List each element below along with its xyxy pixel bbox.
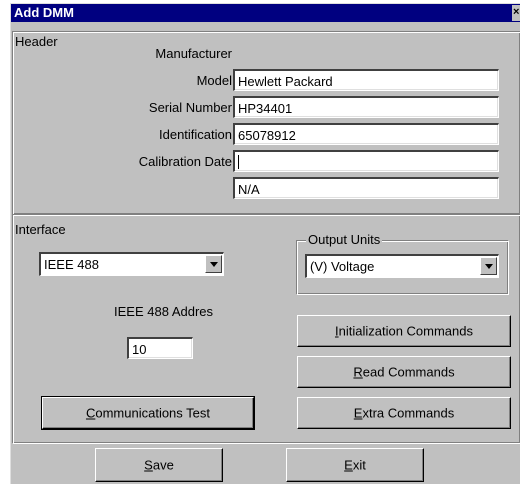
output-units-dropdown-button[interactable]: [480, 257, 497, 275]
close-icon: ×: [513, 6, 520, 18]
initialization-commands-button[interactable]: Initialization Commands: [297, 315, 511, 347]
output-units-select[interactable]: (V) Voltage: [305, 254, 499, 278]
interface-group-label: Interface: [15, 222, 66, 237]
output-units-label: Output Units: [306, 232, 383, 247]
read-commands-button[interactable]: Read Commands: [297, 356, 511, 388]
serial-number-field[interactable]: 65078912: [233, 123, 499, 145]
model-label: Model: [196, 73, 232, 88]
header-group-label: Header: [15, 34, 58, 49]
interface-select[interactable]: IEEE 488: [39, 252, 224, 276]
manufacturer-field[interactable]: Hewlett Packard: [233, 69, 499, 91]
communications-test-button[interactable]: Communications Test: [41, 396, 255, 430]
extra-commands-button[interactable]: Extra Commands: [297, 397, 511, 429]
window-title: Add DMM: [14, 5, 74, 20]
manufacturer-label: Manufacturer: [155, 46, 232, 61]
calibration-date-field[interactable]: N/A: [233, 177, 499, 199]
text-caret: [238, 155, 239, 169]
close-button[interactable]: ×: [512, 5, 520, 21]
interface-dropdown-button[interactable]: [205, 255, 222, 273]
ieee-address-field[interactable]: 10: [127, 337, 193, 359]
output-units-selected-value: (V) Voltage: [310, 259, 375, 274]
interface-selected-value: IEEE 488: [44, 257, 99, 272]
calibration-date-label: Calibration Date: [138, 154, 232, 169]
identification-label: Identification: [159, 127, 232, 142]
serial-number-label: Serial Number: [148, 100, 232, 115]
model-field[interactable]: HP34401: [233, 96, 499, 118]
add-dmm-dialog: Add DMM × Header Manufacturer Hewlett Pa…: [10, 3, 520, 484]
chevron-down-icon: [485, 264, 493, 269]
chevron-down-icon: [210, 262, 218, 267]
identification-field[interactable]: [233, 150, 499, 172]
title-bar: Add DMM ×: [11, 4, 520, 22]
save-button[interactable]: Save: [95, 448, 223, 482]
exit-button[interactable]: Exit: [286, 448, 424, 482]
ieee-address-label: IEEE 488 Addres: [114, 304, 214, 319]
